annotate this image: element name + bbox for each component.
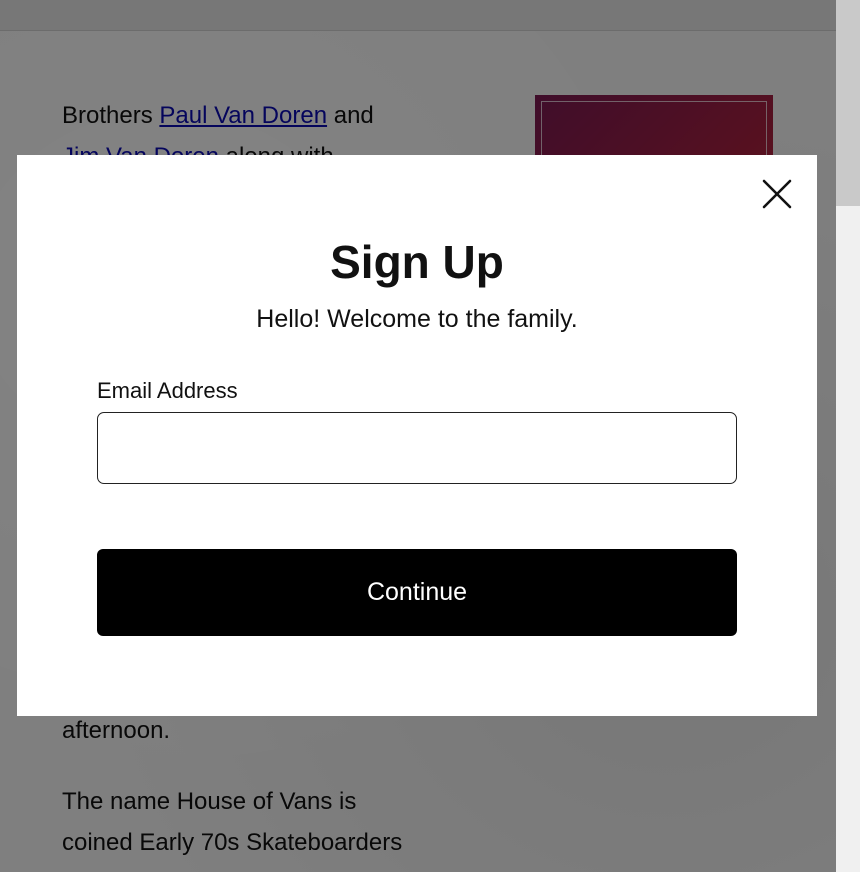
close-button[interactable] [760,177,794,211]
page: Brothers Paul Van Doren and Jim Van Dore… [0,0,860,872]
email-label: Email Address [97,378,238,403]
scrollbar[interactable] [836,0,860,872]
scrollbar-thumb[interactable] [836,0,860,206]
modal-subtitle: Hello! Welcome to the family. [256,305,578,333]
modal-title: Sign Up [330,236,504,288]
email-field[interactable] [97,412,737,484]
close-icon [762,179,792,209]
continue-button[interactable]: Continue [97,549,737,636]
signup-modal: Sign Up Hello! Welcome to the family. Em… [17,155,817,716]
